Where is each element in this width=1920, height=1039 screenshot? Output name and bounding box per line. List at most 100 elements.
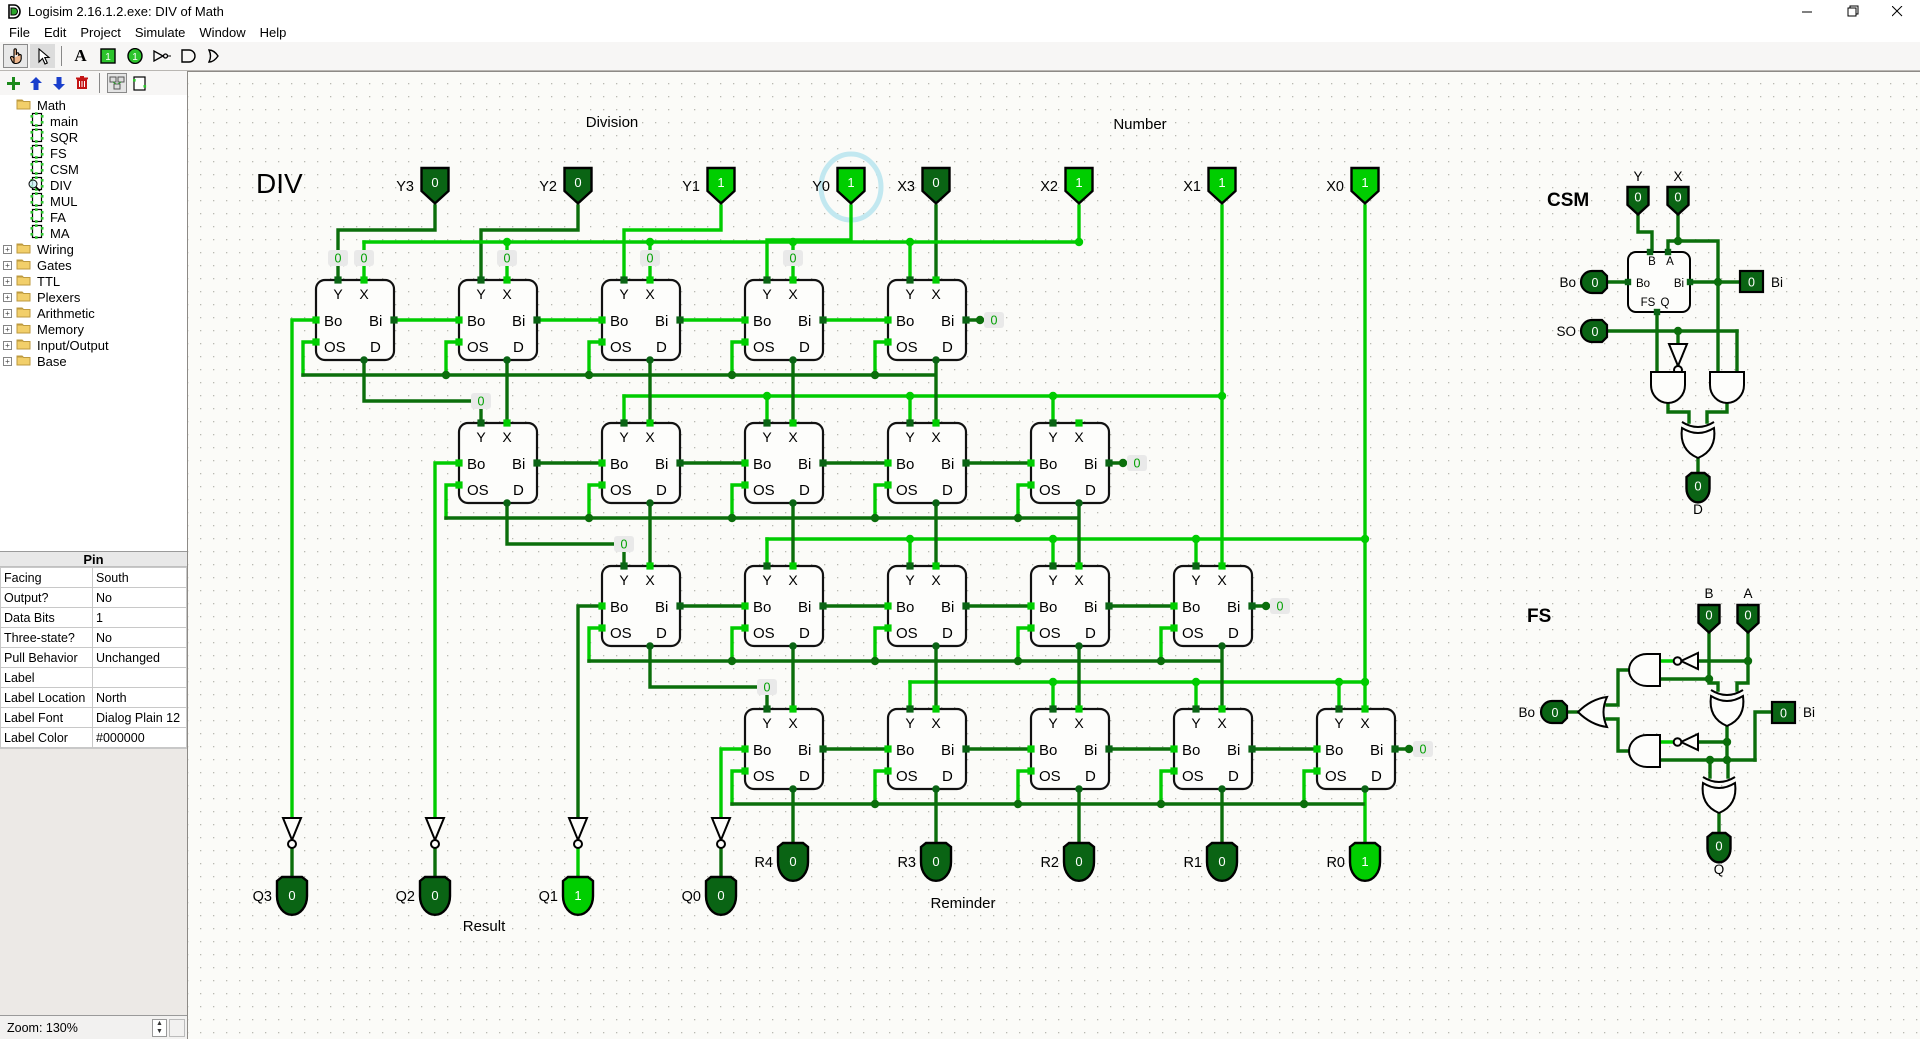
fs-input-pin-Bo[interactable]: 0 — [1541, 701, 1567, 723]
tree-item-math[interactable]: Math — [0, 97, 187, 113]
move-circuit-down-button[interactable] — [49, 73, 69, 93]
tree-item-arithmetic[interactable]: +Arithmetic — [0, 305, 187, 321]
csm-output-pin-D[interactable]: 0 — [1687, 473, 1710, 502]
csm-cell[interactable]: YXBoBiOSD — [741, 419, 826, 506]
menu-file[interactable]: File — [2, 23, 37, 42]
csm-cell[interactable]: YXBoBiOSD — [455, 276, 540, 363]
attr-row-label-location[interactable]: Label LocationNorth — [1, 688, 187, 708]
attr-row-label[interactable]: Label — [1, 668, 187, 688]
move-circuit-up-button[interactable] — [26, 73, 46, 93]
fs-input-pin-Bi[interactable]: 0 — [1772, 702, 1795, 723]
attr-value[interactable]: #000000 — [93, 728, 187, 748]
and-gate[interactable] — [1710, 372, 1744, 403]
add-circuit-button[interactable] — [3, 73, 23, 93]
menu-simulate[interactable]: Simulate — [128, 23, 193, 42]
zoom-spinner[interactable]: ▲▼ — [152, 1019, 167, 1037]
csm-cell[interactable]: YXBoBiOSD — [455, 419, 540, 506]
menu-help[interactable]: Help — [253, 23, 294, 42]
csm-cell[interactable]: YXBoBiOSD — [741, 276, 826, 363]
output-pin-Q2[interactable]: 0 — [420, 877, 450, 915]
expander-icon[interactable]: + — [3, 357, 12, 366]
csm-cell[interactable]: YXBoBiOSD — [741, 705, 826, 792]
output-pin-R4[interactable]: 0 — [778, 843, 808, 881]
or-gate-tool-button[interactable] — [203, 44, 228, 68]
expander-icon[interactable]: + — [3, 341, 12, 350]
expander-icon[interactable]: + — [3, 261, 12, 270]
tree-item-plexers[interactable]: +Plexers — [0, 289, 187, 305]
attr-value[interactable] — [93, 668, 187, 688]
attr-value[interactable]: 1 — [93, 608, 187, 628]
output-pin-Q0[interactable]: 0 — [706, 877, 736, 915]
expander-icon[interactable]: + — [3, 309, 12, 318]
output-pin-R1[interactable]: 0 — [1207, 843, 1237, 881]
tree-item-csm[interactable]: CSM — [0, 161, 187, 177]
tree-item-fs[interactable]: FS — [0, 145, 187, 161]
attr-row-facing[interactable]: FacingSouth — [1, 568, 187, 588]
csm-cell[interactable]: YXBoBiOSD — [884, 276, 969, 363]
attr-value[interactable]: Unchanged — [93, 648, 187, 668]
expander-icon[interactable]: + — [3, 325, 12, 334]
text-tool-button[interactable]: A — [68, 44, 93, 68]
tree-item-sqr[interactable]: SQR — [0, 129, 187, 145]
output-pin-tool-button[interactable]: 1 — [122, 44, 147, 68]
expander-icon[interactable]: + — [3, 277, 12, 286]
csm-input-pin-Bo[interactable]: 0 — [1581, 271, 1607, 293]
tree-item-wiring[interactable]: +Wiring — [0, 241, 187, 257]
edit-tool-button[interactable] — [30, 44, 55, 68]
csm-cell[interactable]: YXBoBiOSD — [1170, 705, 1255, 792]
attr-row-pull-behavior[interactable]: Pull BehaviorUnchanged — [1, 648, 187, 668]
attr-row-output-[interactable]: Output?No — [1, 588, 187, 608]
tree-item-fa[interactable]: FA — [0, 209, 187, 225]
tree-item-ttl[interactable]: +TTL — [0, 273, 187, 289]
csm-cell[interactable]: YXBoBiOSD — [884, 705, 969, 792]
csm-cell[interactable]: YXBoBiOSD — [884, 419, 969, 506]
menu-edit[interactable]: Edit — [37, 23, 73, 42]
schematic-canvas[interactable]: YXBoBiOSD YXBoBiOSD YXBoBiOSD YXBoBiOSD YXBo… — [188, 71, 1920, 1039]
tree-item-gates[interactable]: +Gates — [0, 257, 187, 273]
output-pin-Q1[interactable]: 1 — [563, 877, 593, 915]
input-pin-tool-button[interactable]: 1 — [95, 44, 120, 68]
attr-row-label-font[interactable]: Label FontDialog Plain 12 — [1, 708, 187, 728]
output-pin-Q3[interactable]: 0 — [277, 877, 307, 915]
output-pin-R0[interactable]: 1 — [1350, 843, 1380, 881]
poke-tool-button[interactable] — [3, 44, 28, 68]
csm-cell[interactable]: YXBoBiOSD — [884, 562, 969, 649]
and-gate[interactable] — [1629, 735, 1660, 767]
csm-input-pin-Bi[interactable]: 0 — [1740, 271, 1763, 292]
tree-item-input-output[interactable]: +Input/Output — [0, 337, 187, 353]
tree-item-mul[interactable]: MUL — [0, 193, 187, 209]
csm-cell[interactable]: YXBoBiOSD — [1027, 562, 1112, 649]
view-simulation-button[interactable] — [130, 73, 150, 93]
attr-value[interactable]: No — [93, 628, 187, 648]
csm-cell[interactable]: YXBoBiOSD — [1027, 419, 1112, 506]
and-gate-tool-button[interactable] — [176, 44, 201, 68]
csm-cell[interactable]: YXBoBiOSD — [598, 562, 683, 649]
not-gate-tool-button[interactable] — [149, 44, 174, 68]
output-pin-R3[interactable]: 0 — [921, 843, 951, 881]
csm-cell[interactable]: YXBoBiOSD — [598, 419, 683, 506]
attr-value[interactable]: Dialog Plain 12 — [93, 708, 187, 728]
tree-item-base[interactable]: +Base — [0, 353, 187, 369]
attr-row-three-state-[interactable]: Three-state?No — [1, 628, 187, 648]
csm-cell[interactable]: YXBoBiOSD — [312, 276, 397, 363]
attr-value[interactable]: South — [93, 568, 187, 588]
attr-value[interactable]: No — [93, 588, 187, 608]
expander-icon[interactable]: + — [3, 293, 12, 302]
attr-row-data-bits[interactable]: Data Bits1 — [1, 608, 187, 628]
fs-output-pin-Q[interactable]: 0 — [1708, 833, 1731, 862]
tree-item-memory[interactable]: +Memory — [0, 321, 187, 337]
attr-value[interactable]: North — [93, 688, 187, 708]
and-gate[interactable] — [1629, 654, 1660, 686]
csm-cell[interactable]: YXBoBiOSD — [598, 276, 683, 363]
delete-circuit-button[interactable] — [72, 73, 92, 93]
csm-cell[interactable]: YXBoBiOSD — [1313, 705, 1398, 792]
grid-options-icon[interactable] — [169, 1019, 185, 1037]
view-toolbox-button[interactable] — [107, 73, 127, 93]
and-gate[interactable] — [1651, 372, 1685, 403]
attr-row-label-color[interactable]: Label Color#000000 — [1, 728, 187, 748]
tree-item-main[interactable]: main — [0, 113, 187, 129]
output-pin-R2[interactable]: 0 — [1064, 843, 1094, 881]
expander-icon[interactable]: + — [3, 245, 12, 254]
csm-input-pin-SO[interactable]: 0 — [1581, 320, 1607, 342]
csm-cell[interactable]: YXBoBiOSD — [1027, 705, 1112, 792]
